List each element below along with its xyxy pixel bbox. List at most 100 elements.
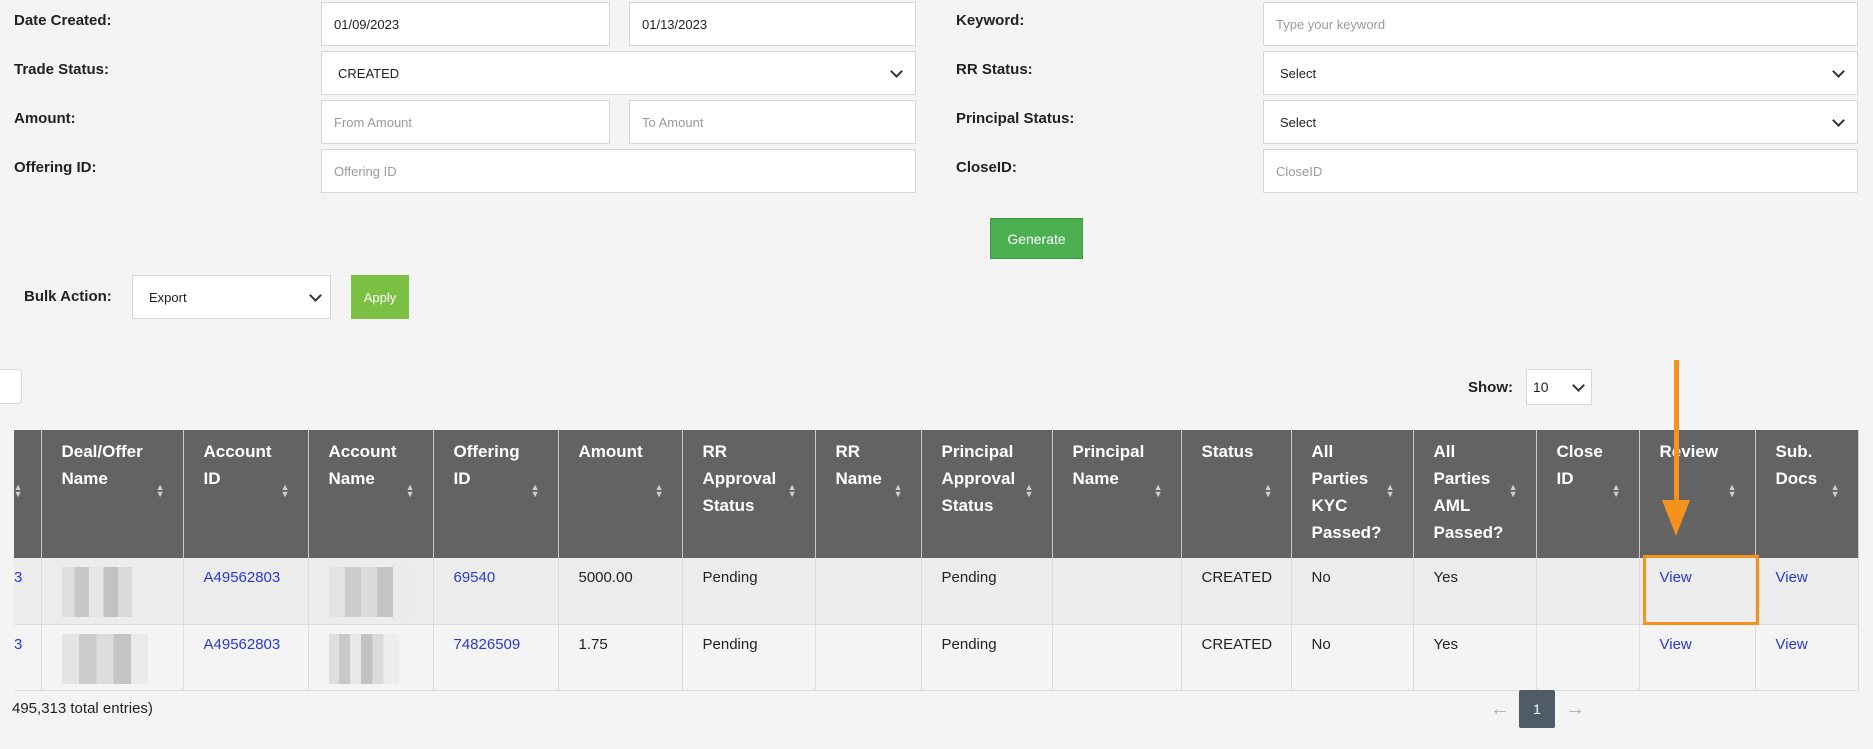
cell-rr-status: Pending <box>682 558 816 625</box>
offering-id-link[interactable]: 69540 <box>454 569 496 586</box>
principal-status-label: Principal Status: <box>956 110 1075 127</box>
rr-status-select[interactable]: Select <box>1263 51 1858 95</box>
row-link[interactable]: 3 <box>14 569 22 586</box>
sub-docs-view-link[interactable]: View <box>1776 569 1808 586</box>
sort-icon: ▲ ▼ <box>1830 482 1840 499</box>
table-row: 3 A49562803 69540 5000.00 Pending Pendin… <box>14 558 1859 625</box>
annotation-arrow-shaft <box>1674 360 1679 510</box>
chevron-down-icon <box>1572 379 1585 392</box>
cell-sub-docs[interactable]: View <box>1755 624 1859 691</box>
cell-account-name <box>308 624 434 691</box>
sort-icon: ▲ ▼ <box>893 482 903 499</box>
offering-id-label: Offering ID: <box>14 159 97 176</box>
principal-status-select[interactable]: Select <box>1263 100 1858 144</box>
amount-to-input[interactable] <box>629 100 916 144</box>
cell-deal-offer-name <box>41 558 184 625</box>
cell-amount: 5000.00 <box>558 558 683 625</box>
date-created-label: Date Created: <box>14 12 112 29</box>
cell-principal-status: Pending <box>921 624 1053 691</box>
cell-review[interactable]: View <box>1639 558 1756 625</box>
cell-status: CREATED <box>1181 624 1292 691</box>
col-header-principal-name[interactable]: Principal Name ▲ ▼ <box>1052 430 1182 558</box>
cell-deal-offer-name <box>41 624 184 691</box>
offering-id-link[interactable]: 74826509 <box>454 636 521 653</box>
close-id-input[interactable] <box>1263 149 1858 193</box>
cell-status: CREATED <box>1181 558 1292 625</box>
pager-next-arrow-icon[interactable]: → <box>1565 698 1585 721</box>
col-header-rr-approval-status[interactable]: RR Approval Status ▲ ▼ <box>682 430 816 558</box>
cell-first[interactable]: 3 <box>14 558 42 625</box>
col-header-rr-name[interactable]: RR Name ▲ ▼ <box>815 430 922 558</box>
cell-account-id[interactable]: A49562803 <box>183 624 309 691</box>
col-header-status[interactable]: Status ▲ ▼ <box>1181 430 1292 558</box>
chevron-down-icon <box>309 289 322 302</box>
cell-principal-name <box>1052 624 1182 691</box>
keyword-input[interactable] <box>1263 2 1858 46</box>
redacted-account-name <box>328 633 399 684</box>
sort-icon: ▲ ▼ <box>13 482 23 499</box>
col-header-sub-docs[interactable]: Sub. Docs ▲ ▼ <box>1755 430 1859 558</box>
sort-icon: ▲ ▼ <box>1385 482 1395 499</box>
cell-kyc: No <box>1291 558 1414 625</box>
trade-status-select[interactable]: CREATED <box>321 51 916 95</box>
sort-icon: ▲ ▼ <box>1263 482 1273 499</box>
amount-from-input[interactable] <box>321 100 610 144</box>
cell-review[interactable]: View <box>1639 624 1756 691</box>
col-header-close-id[interactable]: Close ID ▲ ▼ <box>1536 430 1640 558</box>
bulk-action-value: Export <box>149 289 187 305</box>
cell-principal-status: Pending <box>921 558 1053 625</box>
amount-label: Amount: <box>14 110 76 127</box>
cell-sub-docs[interactable]: View <box>1755 558 1859 625</box>
principal-status-value: Select <box>1280 114 1317 130</box>
generate-button[interactable]: Generate <box>990 218 1083 259</box>
sort-icon: ▲ ▼ <box>1024 482 1034 499</box>
page-size-value: 10 <box>1533 379 1549 395</box>
bulk-action-select[interactable]: Export <box>132 275 331 319</box>
cell-first[interactable]: 3 <box>14 624 42 691</box>
account-id-link[interactable]: A49562803 <box>204 569 281 586</box>
offering-id-input[interactable] <box>321 149 916 193</box>
account-id-link[interactable]: A49562803 <box>204 636 281 653</box>
cell-offering-id[interactable]: 74826509 <box>433 624 559 691</box>
col-header-aml-passed[interactable]: All Parties AML Passed? ▲ ▼ <box>1413 430 1537 558</box>
date-from-input[interactable] <box>321 2 610 46</box>
col-header-deal-offer-name[interactable]: Deal/Offer Name ▲ ▼ <box>41 430 184 558</box>
date-to-input[interactable] <box>629 2 916 46</box>
col-header-account-id[interactable]: Account ID ▲ ▼ <box>183 430 309 558</box>
col-header-account-name[interactable]: Account Name ▲ ▼ <box>308 430 434 558</box>
chevron-down-icon <box>1832 65 1845 78</box>
rr-status-label: RR Status: <box>956 61 1033 78</box>
col-header-first[interactable]: ▲ ▼ <box>13 430 42 558</box>
trade-status-label: Trade Status: <box>14 61 110 78</box>
show-label: Show: <box>1468 379 1513 396</box>
cell-aml: Yes <box>1413 558 1537 625</box>
sort-icon: ▲ ▼ <box>1727 482 1737 499</box>
sort-icon: ▲ ▼ <box>405 482 415 499</box>
page-size-select[interactable]: 10 <box>1526 369 1592 405</box>
cell-account-id[interactable]: A49562803 <box>183 558 309 625</box>
col-header-principal-approval-status[interactable]: Principal Approval Status ▲ ▼ <box>921 430 1053 558</box>
table-search-input[interactable] <box>0 369 22 404</box>
sort-icon: ▲ ▼ <box>530 482 540 499</box>
col-header-offering-id[interactable]: Offering ID ▲ ▼ <box>433 430 559 558</box>
cell-amount: 1.75 <box>558 624 683 691</box>
cell-rr-status: Pending <box>682 624 816 691</box>
cell-close-id <box>1536 558 1640 625</box>
review-view-link[interactable]: View <box>1660 569 1692 586</box>
sub-docs-view-link[interactable]: View <box>1776 636 1808 653</box>
keyword-label: Keyword: <box>956 12 1025 29</box>
pager-current-page[interactable]: 1 <box>1519 690 1555 728</box>
apply-button[interactable]: Apply <box>351 275 409 319</box>
pager-prev-arrow-icon[interactable]: ← <box>1490 698 1510 721</box>
redacted-account-name <box>328 567 409 617</box>
col-header-amount[interactable]: Amount ▲ ▼ <box>558 430 683 558</box>
cell-offering-id[interactable]: 69540 <box>433 558 559 625</box>
row-link[interactable]: 3 <box>14 636 22 653</box>
review-view-link[interactable]: View <box>1660 636 1692 653</box>
sort-icon: ▲ ▼ <box>1153 482 1163 499</box>
trades-table: ▲ ▼ Deal/Offer Name ▲ ▼ Account ID ▲ ▼ Accoun… <box>13 430 1859 691</box>
sort-icon: ▲ ▼ <box>155 482 165 499</box>
col-header-kyc-passed[interactable]: All Parties KYC Passed? ▲ ▼ <box>1291 430 1414 558</box>
col-header-review[interactable]: Review ▲ ▼ <box>1639 430 1756 558</box>
sort-icon: ▲ ▼ <box>1508 482 1518 499</box>
